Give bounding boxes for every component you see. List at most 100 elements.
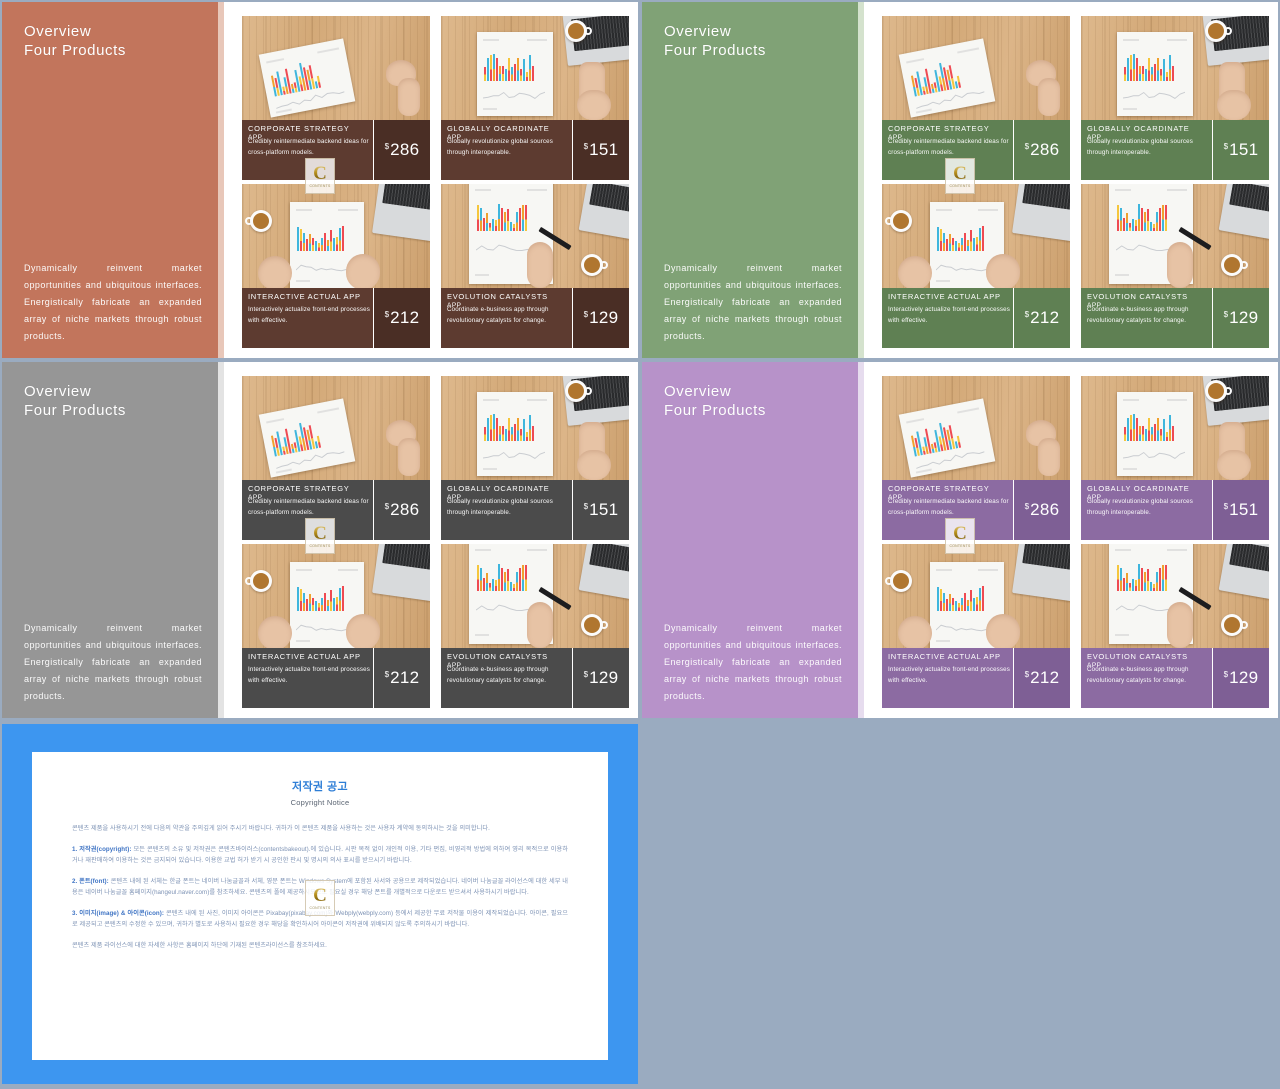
slide-0-cards: CORPORATE STRATEGY APP Credibly reintermed… — [230, 16, 629, 348]
product-description: Coordinate e-business app through revolu… — [1087, 666, 1189, 684]
slide-2-title: Overview Four Products — [24, 383, 127, 419]
price-value: 286 — [1030, 140, 1060, 159]
slide-purple[interactable]: Overview Four Products Dynamically reinv… — [642, 362, 1278, 718]
product-card[interactable]: EVOLUTION CATALYSTS APP Coordinate e-busin… — [441, 184, 629, 348]
price-currency: $ — [1024, 669, 1030, 679]
price-value: 212 — [390, 668, 420, 687]
product-info: GLOBALLY OCARDINATE APP Globally revolutio… — [441, 480, 572, 540]
product-photo — [1081, 184, 1269, 288]
slide-terracotta[interactable]: Overview Four Products Dynamically reinv… — [2, 2, 638, 358]
slide-3-panel-edge — [858, 362, 864, 718]
product-card[interactable]: GLOBALLY OCARDINATE APP Globally revolutio… — [1081, 16, 1269, 180]
watermark-letter: C — [313, 885, 327, 906]
product-info: INTERACTIVE ACTUAL APP Interactively actu… — [242, 288, 373, 348]
price-value: 151 — [589, 140, 619, 159]
price-currency: $ — [1024, 309, 1030, 319]
price-value: 129 — [589, 308, 619, 327]
product-card[interactable]: CORPORATE STRATEGY APP Credibly reintermed… — [242, 16, 430, 180]
product-price: $129 — [1213, 648, 1269, 708]
product-card[interactable]: CORPORATE STRATEGY APP Credibly reintermed… — [882, 16, 1070, 180]
copyright-section-2-heading: 2. 폰트(font): — [72, 877, 109, 885]
product-card[interactable]: CORPORATE STRATEGY APP Credibly reintermed… — [242, 376, 430, 540]
slide-grid: Overview Four Products Dynamically reinv… — [0, 0, 1280, 720]
price-currency: $ — [583, 501, 589, 511]
product-card[interactable]: INTERACTIVE ACTUAL APP Interactively actu… — [882, 544, 1070, 708]
product-photo — [242, 376, 430, 480]
price-value: 286 — [390, 140, 420, 159]
copyright-section-1: 1. 저작권(copyright): 모든 콘텐츠의 소유 및 저작권은 콘텐츠… — [72, 844, 568, 867]
product-info-strip: CORPORATE STRATEGY APP Credibly reintermed… — [882, 480, 1070, 540]
product-info-strip: EVOLUTION CATALYSTS APP Coordinate e-busin… — [441, 288, 629, 348]
product-info: INTERACTIVE ACTUAL APP Interactively actu… — [882, 648, 1013, 708]
product-photo — [882, 184, 1070, 288]
product-info: GLOBALLY OCARDINATE APP Globally revolutio… — [441, 120, 572, 180]
product-price: $129 — [1213, 288, 1269, 348]
product-price: $286 — [1014, 480, 1070, 540]
product-card[interactable]: GLOBALLY OCARDINATE APP Globally revolutio… — [1081, 376, 1269, 540]
watermark-logo: C CONTENTS — [945, 518, 975, 554]
product-photo — [882, 376, 1070, 480]
copyright-body: 콘텐츠 제품을 사용하시기 전에 다음의 약관을 주의깊게 읽어 주시기 바랍니… — [32, 807, 608, 951]
product-description: Interactively actualize front-end proces… — [888, 306, 1011, 324]
slide-0-panel-edge — [218, 2, 224, 358]
price-currency: $ — [384, 309, 390, 319]
product-card[interactable]: EVOLUTION CATALYSTS APP Coordinate e-busin… — [1081, 544, 1269, 708]
product-photo — [242, 16, 430, 120]
product-card[interactable]: INTERACTIVE ACTUAL APP Interactively actu… — [242, 184, 430, 348]
price-currency: $ — [384, 141, 390, 151]
slide-gray[interactable]: Overview Four Products Dynamically reinv… — [2, 362, 638, 718]
product-price: $286 — [374, 480, 430, 540]
product-card[interactable]: INTERACTIVE ACTUAL APP Interactively actu… — [242, 544, 430, 708]
price-value: 151 — [589, 500, 619, 519]
price-value: 151 — [1229, 140, 1259, 159]
copyright-subtitle: Copyright Notice — [290, 798, 350, 807]
price-value: 212 — [1030, 668, 1060, 687]
product-description: Globally revolutionize global sources th… — [1087, 498, 1193, 516]
price-value: 212 — [1030, 308, 1060, 327]
product-photo — [242, 544, 430, 648]
product-card[interactable]: EVOLUTION CATALYSTS APP Coordinate e-busin… — [1081, 184, 1269, 348]
slide-3-left-panel: Overview Four Products Dynamically reinv… — [642, 362, 858, 718]
price-currency: $ — [1223, 501, 1229, 511]
copyright-intro: 콘텐츠 제품을 사용하시기 전에 다음의 약관을 주의깊게 읽어 주시기 바랍니… — [72, 825, 490, 832]
product-card[interactable]: EVOLUTION CATALYSTS APP Coordinate e-busin… — [441, 544, 629, 708]
product-info: EVOLUTION CATALYSTS APP Coordinate e-busin… — [441, 648, 572, 708]
price-value: 286 — [390, 500, 420, 519]
product-info-strip: GLOBALLY OCARDINATE APP Globally revolutio… — [441, 120, 629, 180]
product-card[interactable]: GLOBALLY OCARDINATE APP Globally revolutio… — [441, 16, 629, 180]
copyright-section-3-heading: 3. 이미지(image) & 아이콘(icon): — [72, 909, 164, 917]
slide-0-body-text: Dynamically reinvent market opportunitie… — [24, 263, 202, 341]
product-photo — [441, 544, 629, 648]
product-info: GLOBALLY OCARDINATE APP Globally revolutio… — [1081, 120, 1212, 180]
product-price: $151 — [573, 120, 629, 180]
product-card[interactable]: INTERACTIVE ACTUAL APP Interactively actu… — [882, 184, 1070, 348]
product-photo — [882, 544, 1070, 648]
product-price: $129 — [573, 288, 629, 348]
watermark-logo: C CONTENTS — [945, 158, 975, 194]
slide-3-title: Overview Four Products — [664, 383, 767, 419]
copyright-footer: 콘텐츠 제품 라이선스에 대한 자세한 사항은 홈페이지 하단에 기재된 콘텐츠… — [72, 941, 327, 949]
product-description: Interactively actualize front-end proces… — [248, 666, 371, 684]
watermark-letter: C — [953, 523, 967, 544]
product-card[interactable]: CORPORATE STRATEGY APP Credibly reintermed… — [882, 376, 1070, 540]
watermark-caption: CONTENTS — [949, 184, 971, 188]
product-info: INTERACTIVE ACTUAL APP Interactively actu… — [242, 648, 373, 708]
slide-1-body-text: Dynamically reinvent market opportunitie… — [664, 263, 842, 341]
price-value: 286 — [1030, 500, 1060, 519]
watermark-logo: C CONTENTS — [305, 880, 335, 916]
slide-green[interactable]: Overview Four Products Dynamically reinv… — [642, 2, 1278, 358]
product-info-strip: EVOLUTION CATALYSTS APP Coordinate e-busin… — [1081, 288, 1269, 348]
product-description: Coordinate e-business app through revolu… — [447, 666, 549, 684]
product-card[interactable]: GLOBALLY OCARDINATE APP Globally revolutio… — [441, 376, 629, 540]
product-photo — [242, 184, 430, 288]
price-value: 129 — [1229, 308, 1259, 327]
product-info-strip: CORPORATE STRATEGY APP Credibly reintermed… — [242, 120, 430, 180]
watermark-caption: CONTENTS — [309, 906, 331, 910]
price-value: 129 — [1229, 668, 1259, 687]
product-info: EVOLUTION CATALYSTS APP Coordinate e-busin… — [1081, 648, 1212, 708]
slide-0-left-panel: Overview Four Products Dynamically reinv… — [2, 2, 218, 358]
copyright-slide[interactable]: 저작권 공고 Copyright Notice 콘텐츠 제품을 사용하시기 전에… — [2, 724, 638, 1084]
product-info-strip: CORPORATE STRATEGY APP Credibly reintermed… — [242, 480, 430, 540]
product-info: GLOBALLY OCARDINATE APP Globally revolutio… — [1081, 480, 1212, 540]
product-photo — [1081, 16, 1269, 120]
